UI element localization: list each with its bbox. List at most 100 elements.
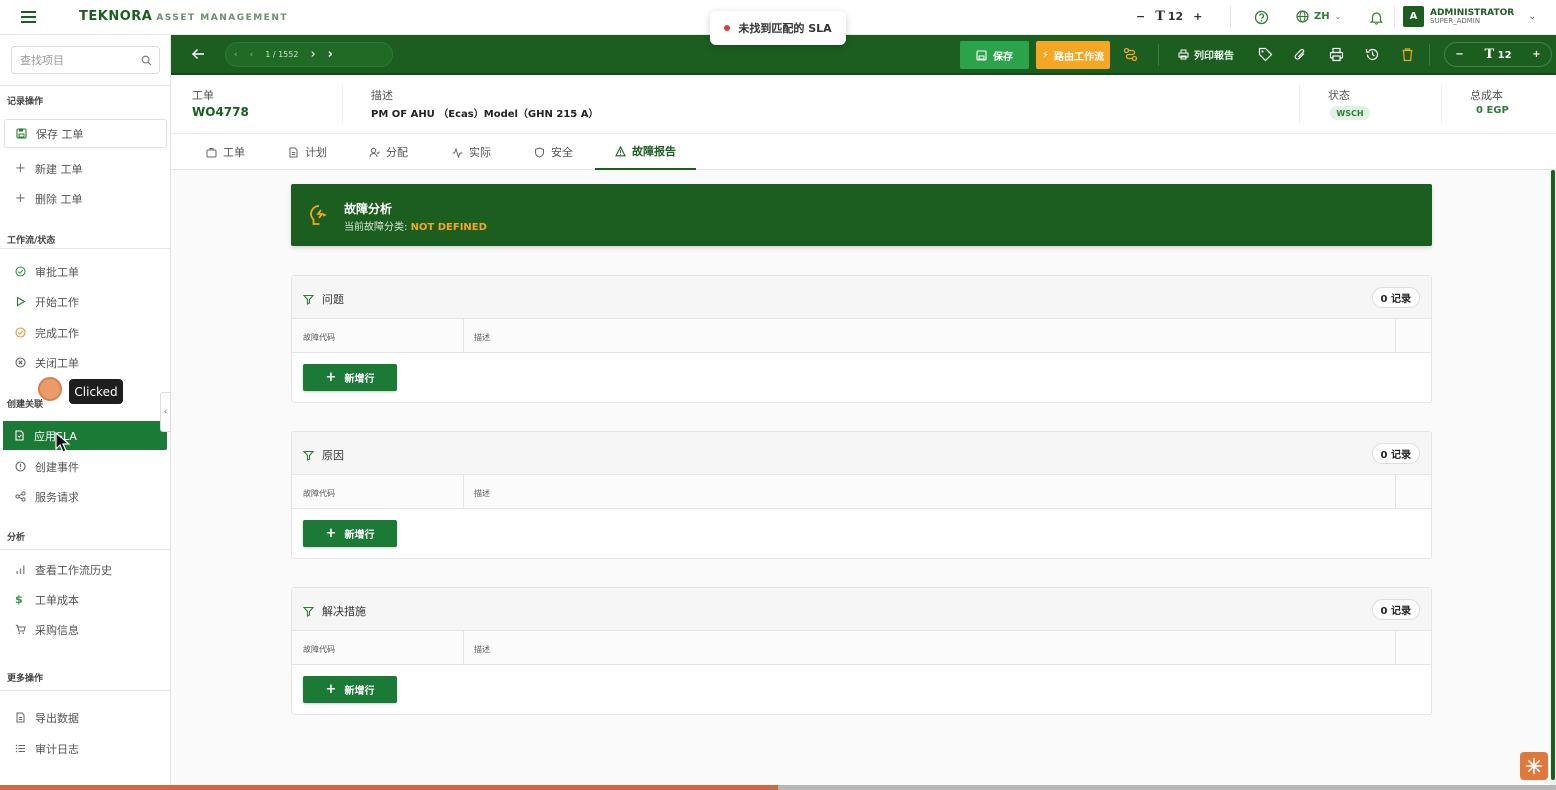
arrow-left-icon[interactable] bbox=[191, 47, 205, 61]
filter-icon bbox=[303, 606, 314, 617]
sidebar-item-wo-cost[interactable]: $ 工单成本 bbox=[4, 585, 167, 614]
table-header: 故障代码 描述 bbox=[292, 475, 1431, 509]
add-row-button[interactable]: + 新增行 bbox=[303, 520, 397, 547]
trash-icon[interactable] bbox=[1400, 47, 1415, 62]
chevron-down-icon: ⌄ bbox=[1334, 12, 1342, 21]
brand-logo[interactable]: TEKNORA ASSET MANAGEMENT bbox=[79, 9, 288, 24]
sidebar-item-approve[interactable]: 审批工单 bbox=[4, 257, 167, 286]
column-header-description: 描述 bbox=[474, 489, 490, 498]
route-path-icon[interactable] bbox=[1123, 47, 1138, 62]
tab-safety[interactable]: 安全 bbox=[534, 134, 573, 170]
tab-failure-report[interactable]: 故障报告 bbox=[595, 134, 696, 170]
hamburger-menu-icon[interactable] bbox=[20, 9, 37, 25]
sidebar-item-save-wo[interactable]: 保存 工单 bbox=[4, 119, 167, 148]
sidebar-item-start[interactable]: 开始工作 bbox=[4, 287, 167, 316]
help-icon[interactable] bbox=[1254, 10, 1269, 25]
sidebar-item-close[interactable]: 关闭工单 bbox=[4, 348, 167, 377]
warning-icon bbox=[615, 145, 626, 156]
tab-label: 安全 bbox=[551, 146, 573, 159]
record-count-badge: 0 记录 bbox=[1371, 443, 1420, 464]
printer-icon[interactable] bbox=[1329, 47, 1344, 62]
route-workflow-button[interactable]: ⚡ 路由工作流 bbox=[1036, 41, 1110, 69]
attachment-icon[interactable] bbox=[1293, 47, 1308, 62]
notification-bell-icon[interactable] bbox=[1369, 10, 1384, 25]
search-icon[interactable] bbox=[141, 55, 152, 66]
scrollbar-thumb[interactable] bbox=[1551, 170, 1555, 780]
add-row-button[interactable]: + 新增行 bbox=[303, 364, 397, 391]
column-header-description: 描述 bbox=[474, 333, 490, 342]
first-record-button[interactable]: ‹ bbox=[234, 50, 238, 60]
wo-number: WO4778 bbox=[192, 105, 249, 119]
user-role: SUPER_ADMIN bbox=[1430, 16, 1481, 25]
route-label: 路由工作流 bbox=[1054, 51, 1105, 63]
divider bbox=[1429, 44, 1430, 66]
divider bbox=[342, 85, 343, 123]
cause-section: 原因 0 记录 故障代码 描述 + 新增行 bbox=[291, 431, 1432, 559]
section-create-links: 创建关联 bbox=[7, 400, 44, 410]
sidebar-item-label: 保存 工单 bbox=[36, 127, 84, 141]
sidebar-collapse-toggle[interactable]: ‹ bbox=[160, 392, 171, 432]
tab-plan[interactable]: 计划 bbox=[288, 134, 327, 170]
section-workflow: 工作流/状态 bbox=[7, 236, 56, 246]
status-label: 状态 bbox=[1328, 89, 1350, 102]
print-label: 列印報告 bbox=[1194, 51, 1234, 62]
sidebar-item-complete[interactable]: 完成工作 bbox=[4, 318, 167, 347]
print-report-button[interactable]: 列印報告 bbox=[1178, 47, 1234, 62]
sidebar-item-label: 工单成本 bbox=[35, 593, 79, 607]
sidebar-item-audit-log[interactable]: 审计日志 bbox=[4, 734, 167, 763]
tag-icon[interactable] bbox=[1258, 47, 1273, 62]
font-size-control-toolbar: − T 12 + bbox=[1444, 42, 1552, 67]
assistant-launcher-icon[interactable] bbox=[1520, 752, 1548, 780]
sidebar-item-new-wo[interactable]: + 新建 工单 bbox=[4, 154, 167, 183]
section-title-row: 问题 bbox=[303, 291, 344, 307]
font-decrease-button[interactable]: − bbox=[1455, 49, 1463, 60]
user-menu[interactable]: A ADMINISTRATOR SUPER_ADMIN ⌄ bbox=[1403, 6, 1537, 27]
plus-icon: + bbox=[15, 161, 26, 176]
sidebar-item-delete-wo[interactable]: + 删除 工单 bbox=[4, 184, 167, 213]
section-analysis: 分析 bbox=[7, 533, 26, 543]
section-title-row: 原因 bbox=[303, 447, 344, 463]
toast-notification: 未找到匹配的 SLA bbox=[710, 11, 846, 45]
save-button[interactable]: 保存 bbox=[960, 41, 1029, 69]
column-header-failure-code: 故障代码 bbox=[303, 645, 335, 654]
sidebar-item-label: 完成工作 bbox=[35, 326, 79, 340]
search-input[interactable] bbox=[12, 47, 132, 73]
play-icon bbox=[16, 296, 26, 307]
sidebar-search bbox=[11, 46, 160, 74]
bar-chart-icon bbox=[16, 565, 25, 574]
brand-name: TEKNORA bbox=[79, 9, 153, 24]
tab-label: 故障报告 bbox=[632, 145, 676, 158]
click-indicator bbox=[38, 377, 62, 401]
sidebar-item-create-event[interactable]: 创建事件 bbox=[4, 452, 167, 481]
tab-label: 计划 bbox=[305, 146, 327, 159]
sidebar-item-workflow-history[interactable]: 查看工作流历史 bbox=[4, 555, 167, 584]
font-decrease-button[interactable]: − bbox=[1136, 10, 1145, 23]
font-increase-button[interactable]: + bbox=[1532, 49, 1540, 60]
toast-message: 未找到匹配的 SLA bbox=[738, 22, 832, 35]
divider bbox=[463, 319, 464, 353]
next-record-button[interactable]: › bbox=[310, 47, 315, 62]
tab-assignment[interactable]: 分配 bbox=[369, 134, 408, 170]
language-selector[interactable]: ZH ⌄ bbox=[1296, 10, 1341, 23]
tab-actual[interactable]: 实际 bbox=[452, 134, 491, 170]
add-row-button[interactable]: + 新增行 bbox=[303, 676, 397, 703]
history-icon[interactable] bbox=[1365, 47, 1380, 62]
font-size-value: 12 bbox=[1497, 50, 1512, 61]
content-scrollbar[interactable] bbox=[1550, 170, 1556, 785]
wo-label: 工单 bbox=[192, 89, 214, 102]
divider bbox=[0, 248, 170, 249]
last-record-button[interactable]: › bbox=[328, 47, 333, 62]
plus-icon: + bbox=[15, 191, 26, 206]
sidebar-item-service-request[interactable]: 服务请求 bbox=[4, 482, 167, 511]
check-circle-icon bbox=[15, 327, 26, 338]
previous-record-button[interactable]: ‹ bbox=[250, 50, 254, 60]
failure-report-panel: 故障分析 当前故障分类: NOT DEFINED 问题 0 记录 故障代码 描述… bbox=[171, 170, 1556, 785]
tab-work-order[interactable]: 工单 bbox=[206, 134, 245, 170]
file-icon bbox=[289, 147, 298, 157]
font-increase-button[interactable]: + bbox=[1193, 10, 1202, 23]
check-circle-icon bbox=[15, 266, 26, 277]
sidebar-item-apply-sla[interactable]: 应用SLA bbox=[3, 421, 167, 450]
sidebar-item-export[interactable]: 导出数据 bbox=[4, 703, 167, 732]
section-record-actions: 记录操作 bbox=[7, 97, 44, 107]
sidebar-item-purchase[interactable]: 采购信息 bbox=[4, 615, 167, 644]
